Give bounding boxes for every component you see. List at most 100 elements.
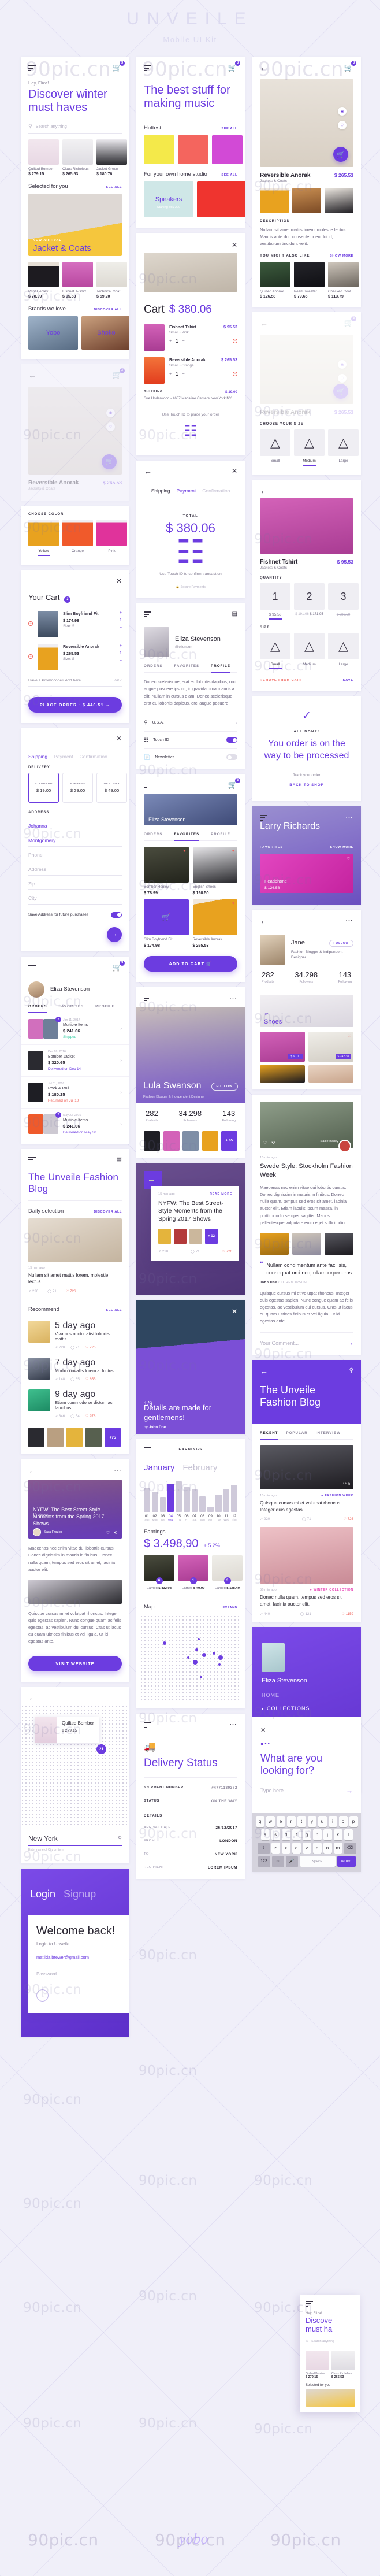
more-icon[interactable]: ⋯ (229, 994, 237, 1003)
key-w[interactable]: w (266, 1815, 275, 1827)
zip-field[interactable]: Zip (28, 876, 122, 890)
favorite-icon[interactable]: ♡ (348, 1034, 351, 1039)
city-field[interactable]: City (28, 890, 122, 905)
login-submit-button[interactable]: → (36, 1989, 49, 2002)
menu-icon[interactable] (144, 1721, 152, 1729)
step-payment[interactable]: Payment (54, 754, 73, 759)
increase-qty[interactable]: + (169, 372, 172, 376)
touchid-toggle[interactable] (226, 737, 237, 743)
size-option-large[interactable]: △ Large (328, 633, 359, 669)
chart-bar[interactable] (183, 1487, 190, 1512)
chart-bar[interactable] (215, 1494, 222, 1512)
shop-tile[interactable]: $ 60.00 (260, 1032, 305, 1062)
favorite-icon[interactable]: ♡ (338, 121, 347, 129)
size-option-medium[interactable]: △ Medium (294, 633, 325, 669)
tab-profile[interactable]: PROFILE (95, 1005, 115, 1009)
earning-card[interactable]: 1 Earned $ 40.90 (178, 1555, 208, 1590)
key-s[interactable]: s (271, 1829, 280, 1840)
back-icon[interactable]: ← (260, 319, 268, 327)
key-c[interactable]: c (292, 1842, 301, 1854)
chart-bar[interactable] (176, 1481, 182, 1512)
address-field[interactable]: Address (28, 861, 122, 876)
key-mic[interactable]: 🎤 (285, 1855, 298, 1867)
product-card[interactable]: Fishnet T-Shirt $ 95.53 (62, 261, 93, 299)
read-more-link[interactable]: READ MORE (210, 1192, 232, 1196)
decrease-qty[interactable]: − (120, 626, 122, 630)
thumb-more[interactable]: +75 (105, 1428, 121, 1448)
tab-interview[interactable]: INTERVIEW (316, 1431, 341, 1435)
back-icon[interactable]: ← (260, 64, 268, 72)
see-all-link[interactable]: SEE ALL (106, 186, 122, 189)
back-icon[interactable]: ← (28, 371, 36, 379)
last-name-field[interactable]: Montgomery (28, 832, 122, 847)
product-card[interactable]: Print Henley $ 78.99 (28, 261, 59, 299)
like-icon[interactable]: ♡ (263, 1140, 267, 1145)
save-button[interactable]: SAVE (343, 679, 353, 682)
brand-card[interactable]: Yobo (28, 316, 78, 350)
month-february[interactable]: February (182, 1463, 217, 1473)
submit-search-icon[interactable]: → (346, 1786, 353, 1795)
world-map[interactable] (140, 1614, 241, 1702)
step-shipping[interactable]: Shipping (151, 488, 170, 494)
setting-row-newsletter[interactable]: 📄 Newsletter (144, 749, 237, 769)
order-row[interactable]: Jul 01, 2016 Rock & Roll $ 180.25 Return… (21, 1077, 129, 1109)
menu-icon[interactable] (260, 813, 268, 821)
cart-icon[interactable]: 🛒 3 (113, 960, 125, 972)
tab-login[interactable]: Login (30, 1888, 55, 1900)
decrease-qty[interactable]: − (120, 659, 122, 663)
remove-icon[interactable]: − (233, 372, 237, 377)
month-january[interactable]: January (144, 1463, 174, 1473)
product-card[interactable]: Clous Richeleus $ 265.53 (62, 139, 93, 176)
key-123[interactable]: 123 (258, 1855, 270, 1867)
close-icon[interactable]: ✕ (232, 1307, 237, 1315)
remove-icon[interactable]: − (28, 654, 33, 659)
color-swatch-icon[interactable]: ◉ (338, 107, 347, 116)
track-order-link[interactable]: Track your order (263, 773, 351, 777)
increase-qty[interactable]: + (169, 339, 172, 343)
fingerprint-icon[interactable]: ☷ (146, 422, 236, 440)
thumbs-more[interactable]: + 12 (205, 1228, 218, 1244)
increase-qty[interactable]: + (120, 611, 122, 615)
shop-tile[interactable] (260, 1065, 305, 1083)
more-icon[interactable]: ⋯ (114, 1466, 122, 1475)
tab-orders[interactable]: ORDERS (144, 832, 162, 836)
favorite-card[interactable]: ♥ Reversible Anorak $ 265.53 (192, 899, 237, 948)
newsletter-toggle[interactable] (226, 754, 237, 761)
tab-recent[interactable]: RECENT (260, 1431, 278, 1440)
key-b[interactable]: b (312, 1842, 322, 1854)
show-more-link[interactable]: SHOW MORE (330, 254, 353, 258)
step-confirmation[interactable]: Confirmation (80, 754, 107, 759)
size-option-medium[interactable]: △ Medium (294, 429, 325, 466)
tab-orders[interactable]: ORDERS (144, 664, 162, 668)
delivery-option-next-day[interactable]: NEXT DAY $ 49.00 (96, 772, 127, 803)
size-option-large[interactable]: △ Large (328, 429, 359, 466)
qty-option-2[interactable]: 2 $ 191.06 $ 171.95 (294, 583, 325, 620)
setting-row-country[interactable]: ⚲ U.S.A. › (144, 714, 237, 732)
key-a[interactable]: a (260, 1829, 270, 1840)
menu-icon[interactable] (28, 64, 36, 72)
see-all-link[interactable]: SEE ALL (106, 1309, 122, 1312)
key-⌫[interactable]: ⌫ (344, 1842, 356, 1854)
cart-icon[interactable]: 🛒 3 (228, 61, 240, 72)
chart-bar[interactable] (159, 1497, 166, 1512)
next-step-button[interactable]: → (107, 926, 122, 942)
search-icon[interactable]: ⚲ (349, 1367, 353, 1374)
product-card[interactable]: Jacket Green $ 180.76 (96, 139, 127, 176)
menu-icon[interactable] (28, 1155, 36, 1163)
more-icon[interactable]: ⋯ (345, 813, 353, 822)
key-v[interactable]: v (302, 1842, 311, 1854)
tab-orders[interactable]: ORDERS (28, 1005, 47, 1013)
chart-bar[interactable] (207, 1506, 214, 1512)
gallery-thumb[interactable] (260, 188, 289, 213)
favorite-card[interactable]: ♥ English Shoes $ 198.50 (192, 846, 237, 895)
product-card[interactable]: Pearl Sweater $ 79.65 (294, 262, 325, 299)
see-all-link[interactable]: SEE ALL (221, 173, 237, 177)
product-card[interactable]: Quilted Bomber $ 279.15 (28, 139, 59, 176)
key-return[interactable]: return (337, 1855, 356, 1867)
tile-mic[interactable] (212, 135, 243, 164)
product-card[interactable]: Technical Coat $ 59.20 (96, 261, 127, 299)
back-icon[interactable]: ← (260, 487, 268, 495)
key-i[interactable]: i (328, 1815, 337, 1827)
discover-all-link[interactable]: DISCOVER ALL (94, 1210, 122, 1214)
key-o[interactable]: o (338, 1815, 348, 1827)
